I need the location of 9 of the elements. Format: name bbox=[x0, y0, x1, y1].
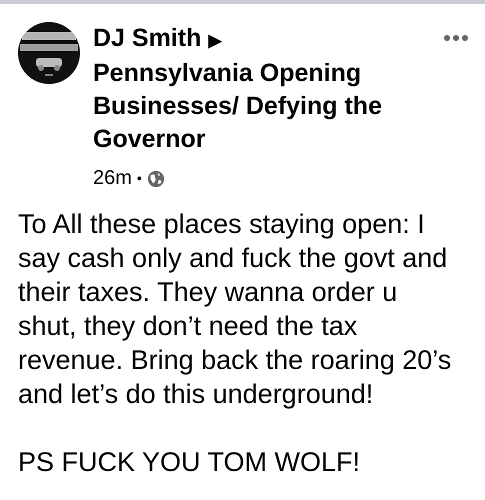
separator-dot: • bbox=[136, 169, 142, 188]
globe-icon[interactable] bbox=[146, 170, 165, 188]
more-options-icon[interactable] bbox=[443, 34, 469, 42]
author-link[interactable]: DJ Smith bbox=[93, 24, 202, 52]
post-time[interactable]: 26m bbox=[93, 162, 132, 195]
group-link[interactable]: Pennsylvania Opening Businesses/ Defying the Governor bbox=[93, 57, 430, 156]
post-text: To All these places staying open: I say cash only and fuck the govt and their taxes. They wanna order u shut, they don’t need the tax revenue. Bring back the roaring 20’s and let’s do this underground! bbox=[18, 208, 452, 411]
arrow-separator: ▶ bbox=[208, 31, 222, 50]
post-text: PS FUCK YOU TOM WOLF! bbox=[18, 446, 362, 479]
